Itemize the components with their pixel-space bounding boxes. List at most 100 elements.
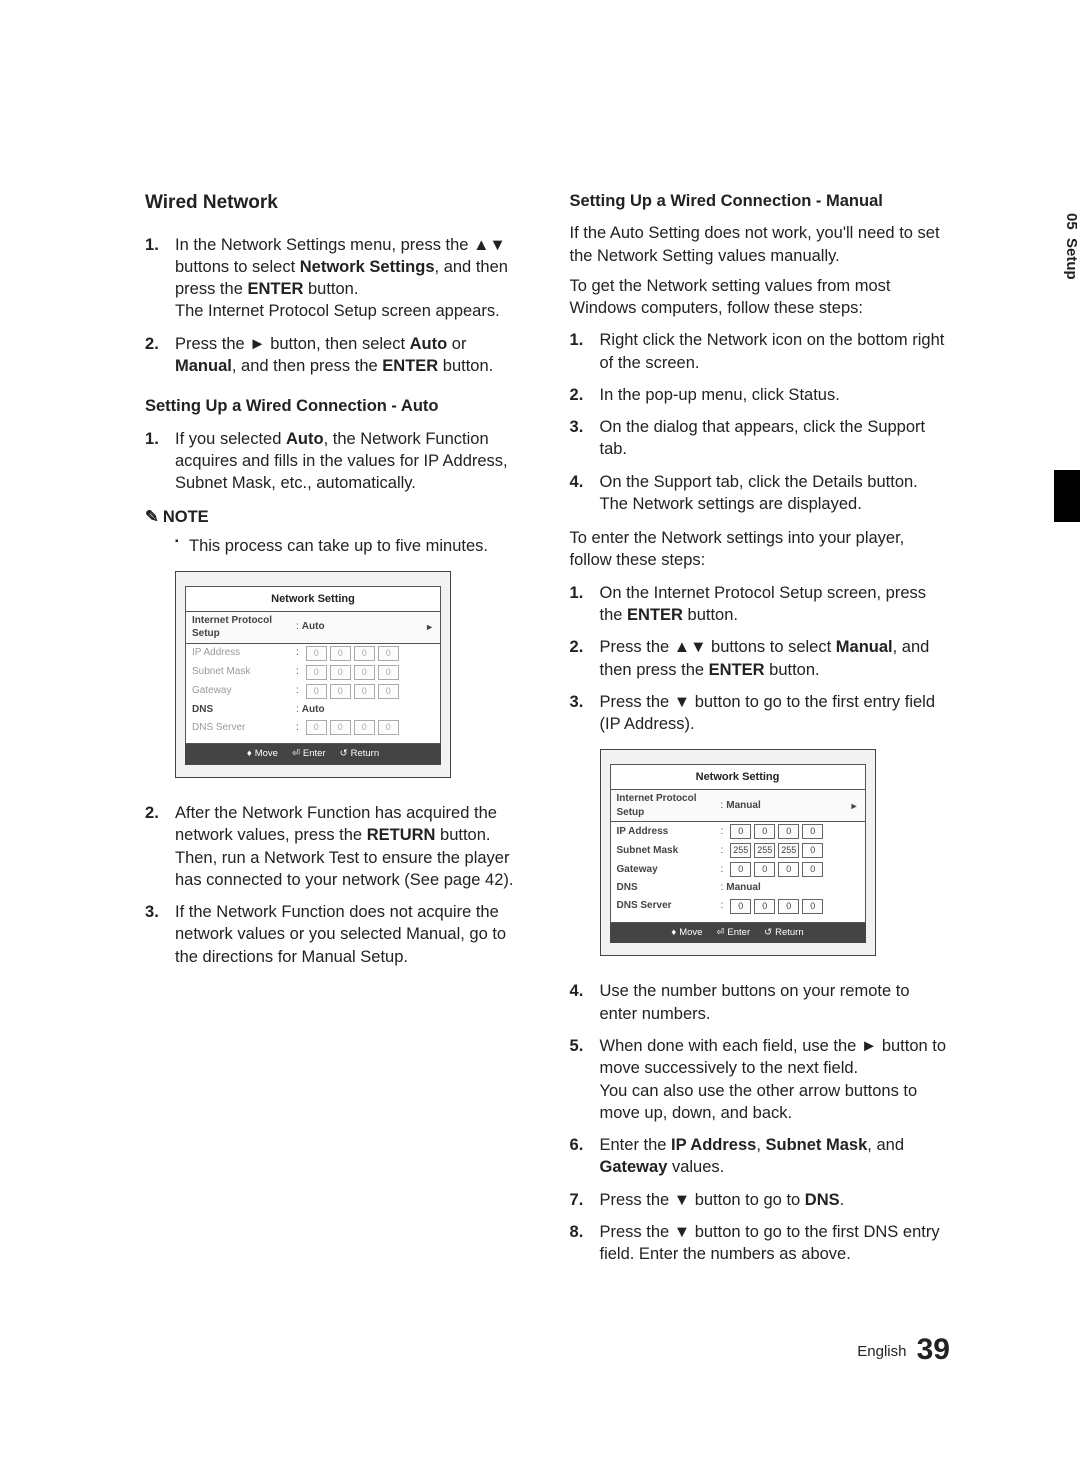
note-label: NOTE bbox=[163, 508, 209, 526]
osd-field-row: Subnet Mask:0000 bbox=[186, 663, 440, 682]
osd-cell: 0 bbox=[330, 665, 351, 680]
osd-protocol-value: Manual bbox=[726, 799, 760, 813]
osd-cell: 0 bbox=[354, 684, 375, 699]
osd-cells: 0000 bbox=[730, 862, 823, 877]
osd-cell: 0 bbox=[330, 720, 351, 735]
osd-cell: 0 bbox=[354, 720, 375, 735]
osd-footer: ♦Move ⏎Enter ↺Return bbox=[610, 923, 866, 944]
osd-cell: 0 bbox=[306, 684, 327, 699]
osd-cell: 255 bbox=[730, 843, 751, 858]
osd-field-label: Gateway bbox=[192, 684, 296, 698]
osd-return-hint: ↺Return bbox=[764, 927, 803, 940]
page-language: English bbox=[857, 1343, 906, 1360]
osd-cell: 255 bbox=[754, 843, 775, 858]
osd-cell: 0 bbox=[354, 665, 375, 680]
list-item: Enter the IP Address, Subnet Mask, and G… bbox=[570, 1134, 951, 1179]
osd-protocol-value: Auto bbox=[302, 620, 325, 634]
osd-cell: 0 bbox=[754, 824, 775, 839]
manual-intro-3: To enter the Network settings into your … bbox=[570, 527, 951, 572]
osd-field-label: DNS Server bbox=[192, 721, 296, 735]
chevron-right-icon: ► bbox=[425, 621, 434, 633]
osd-cell: 0 bbox=[330, 684, 351, 699]
manual-intro-1: If the Auto Setting does not work, you'l… bbox=[570, 222, 951, 267]
osd-cell: 0 bbox=[778, 824, 799, 839]
list-item: In the Network Settings menu, press the … bbox=[145, 234, 526, 323]
list-item: Press the ▲▼ buttons to select Manual, a… bbox=[570, 636, 951, 681]
manual-enter-steps-c: Use the number buttons on your remote to… bbox=[570, 980, 951, 1265]
right-column: Setting Up a Wired Connection - Manual I… bbox=[570, 190, 951, 1277]
thumb-index-mark bbox=[1054, 470, 1080, 522]
auto-setup-steps: If you selected Auto, the Network Functi… bbox=[145, 428, 526, 495]
osd-cells: 0000 bbox=[730, 824, 823, 839]
osd-protocol-row: Internet Protocol Setup : Manual► bbox=[611, 789, 865, 822]
osd-field-label: Subnet Mask bbox=[617, 844, 721, 858]
note-heading: ✎NOTE bbox=[145, 506, 526, 528]
osd-cells: 0000 bbox=[730, 899, 823, 914]
osd-field-label: IP Address bbox=[617, 825, 721, 839]
osd-cell: 0 bbox=[754, 862, 775, 877]
osd-cells: 0000 bbox=[306, 684, 399, 699]
osd-protocol-row: Internet Protocol Setup : Auto► bbox=[186, 611, 440, 644]
network-setting-osd-manual: Network Setting Internet Protocol Setup … bbox=[600, 749, 876, 956]
chapter-title: Setup bbox=[1063, 238, 1080, 280]
osd-cell: 0 bbox=[730, 824, 751, 839]
osd-field-row: Gateway:0000 bbox=[186, 682, 440, 701]
list-item: If the Network Function does not acquire… bbox=[145, 901, 526, 968]
list-item: On the dialog that appears, click the Su… bbox=[570, 416, 951, 461]
osd-cell: 0 bbox=[378, 665, 399, 680]
osd-cell: 0 bbox=[802, 862, 823, 877]
osd-cell: 0 bbox=[378, 720, 399, 735]
return-icon: ↺ bbox=[340, 748, 348, 761]
osd-panel: Network Setting Internet Protocol Setup … bbox=[185, 586, 441, 744]
enter-icon: ⏎ bbox=[292, 748, 300, 761]
osd-dns-value: Auto bbox=[302, 703, 325, 717]
osd-cell: 0 bbox=[330, 646, 351, 661]
osd-field-row: IP Address:0000 bbox=[186, 644, 440, 663]
left-column: Wired Network In the Network Settings me… bbox=[145, 190, 526, 1277]
osd-dns-label: DNS bbox=[192, 703, 296, 717]
page-footer: English 39 bbox=[857, 1333, 950, 1367]
note-pencil-icon: ✎ bbox=[145, 506, 159, 528]
osd-dns-value: Manual bbox=[726, 881, 760, 895]
osd-cell: 0 bbox=[802, 899, 823, 914]
osd-cell: 0 bbox=[778, 899, 799, 914]
osd-cell: 0 bbox=[354, 646, 375, 661]
osd-cell: 0 bbox=[730, 899, 751, 914]
osd-footer: ♦Move ⏎Enter ↺Return bbox=[185, 744, 441, 765]
osd-cells: 0000 bbox=[306, 720, 399, 735]
note-list: This process can take up to five minutes… bbox=[145, 535, 526, 557]
manual-intro-2: To get the Network setting values from m… bbox=[570, 275, 951, 320]
osd-cell: 255 bbox=[778, 843, 799, 858]
osd-field-label: Gateway bbox=[617, 863, 721, 877]
osd-move-hint: ♦Move bbox=[671, 927, 702, 940]
osd-field-label: IP Address bbox=[192, 646, 296, 660]
subheading-manual: Setting Up a Wired Connection - Manual bbox=[570, 190, 951, 212]
osd-panel: Network Setting Internet Protocol Setup … bbox=[610, 764, 866, 922]
list-item: When done with each field, use the ► but… bbox=[570, 1035, 951, 1124]
osd-cell: 0 bbox=[306, 646, 327, 661]
list-item: After the Network Function has acquired … bbox=[145, 802, 526, 891]
osd-cells: 0000 bbox=[306, 665, 399, 680]
list-item: Press the ▼ button to go to the first DN… bbox=[570, 1221, 951, 1266]
subheading-auto: Setting Up a Wired Connection - Auto bbox=[145, 395, 526, 417]
wired-intro-steps: In the Network Settings menu, press the … bbox=[145, 234, 526, 378]
osd-title: Network Setting bbox=[611, 765, 865, 789]
list-item: Right click the Network icon on the bott… bbox=[570, 329, 951, 374]
osd-cell: 0 bbox=[378, 646, 399, 661]
list-item: On the Internet Protocol Setup screen, p… bbox=[570, 582, 951, 627]
osd-cell: 0 bbox=[730, 862, 751, 877]
manual-enter-steps-b: On the Internet Protocol Setup screen, p… bbox=[570, 582, 951, 736]
osd-move-hint: ♦Move bbox=[247, 748, 278, 761]
osd-cell: 0 bbox=[754, 899, 775, 914]
osd-dns-row: DNS : Auto bbox=[186, 701, 440, 719]
windows-steps: Right click the Network icon on the bott… bbox=[570, 329, 951, 515]
osd-field-row: Subnet Mask:2552552550 bbox=[611, 841, 865, 860]
network-setting-osd-auto: Network Setting Internet Protocol Setup … bbox=[175, 571, 451, 778]
chapter-number: 05 bbox=[1063, 213, 1080, 230]
osd-cell: 0 bbox=[306, 665, 327, 680]
osd-cell: 0 bbox=[306, 720, 327, 735]
osd-cell: 0 bbox=[802, 843, 823, 858]
osd-cells: 2552552550 bbox=[730, 843, 823, 858]
page-number: 39 bbox=[917, 1333, 950, 1366]
list-item: Press the ► button, then select Auto or … bbox=[145, 333, 526, 378]
